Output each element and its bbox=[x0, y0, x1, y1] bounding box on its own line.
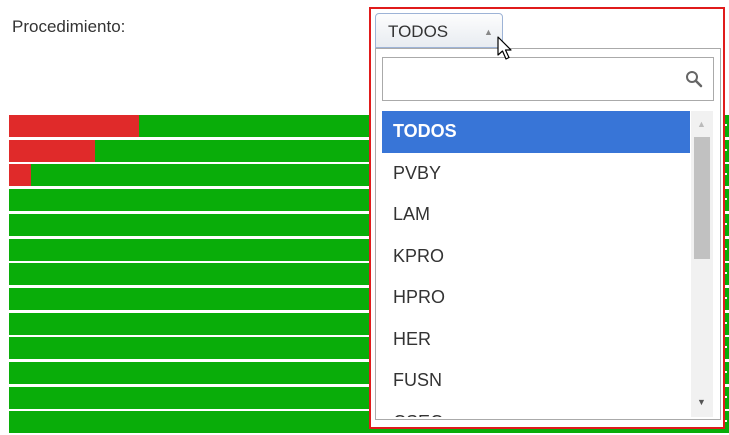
mouse-pointer-icon bbox=[497, 36, 512, 60]
bar-segment-red bbox=[9, 139, 96, 162]
option-csec[interactable]: CSEC bbox=[382, 402, 690, 418]
bar-segment-red bbox=[9, 115, 139, 137]
option-kpro[interactable]: KPRO bbox=[382, 236, 690, 278]
bar-end-marker bbox=[725, 321, 727, 324]
bar-end-marker bbox=[725, 272, 727, 275]
scroll-up-icon[interactable]: ▲ bbox=[697, 119, 706, 129]
procedimiento-label: Procedimiento: bbox=[12, 17, 126, 36]
bar-end-marker bbox=[725, 420, 727, 423]
options-list: TODOSPVBYLAMKPROHPROHERFUSNCSEC bbox=[382, 111, 690, 417]
option-pvby[interactable]: PVBY bbox=[382, 153, 690, 195]
dropdown-panel: TODOSPVBYLAMKPROHPROHERFUSNCSEC ▲ ▼ bbox=[375, 48, 721, 420]
scroll-down-icon[interactable]: ▼ bbox=[697, 397, 706, 407]
chevron-up-icon: ▲ bbox=[484, 27, 493, 37]
bar-end-marker bbox=[725, 371, 727, 373]
bar-end-marker bbox=[725, 247, 727, 250]
bar-end-marker bbox=[725, 222, 727, 225]
search-box[interactable] bbox=[382, 57, 714, 101]
select-value: TODOS bbox=[388, 22, 449, 41]
option-todos[interactable]: TODOS bbox=[382, 111, 690, 153]
search-icon bbox=[686, 71, 703, 88]
option-fusn[interactable]: FUSN bbox=[382, 360, 690, 402]
search-input[interactable] bbox=[383, 58, 689, 100]
option-hpro[interactable]: HPRO bbox=[382, 277, 690, 319]
option-her[interactable]: HER bbox=[382, 319, 690, 361]
bar-end-marker bbox=[725, 124, 727, 126]
scrollbar[interactable]: ▲ ▼ bbox=[691, 111, 713, 417]
bar-end-marker bbox=[725, 148, 727, 151]
bar-end-marker bbox=[725, 395, 727, 398]
bar-end-marker bbox=[725, 173, 727, 176]
bar-segment-red bbox=[9, 164, 31, 187]
bar-end-marker bbox=[725, 296, 727, 299]
procedimiento-select[interactable]: TODOS ▲ bbox=[375, 13, 503, 48]
bar-end-marker bbox=[725, 198, 727, 201]
option-lam[interactable]: LAM bbox=[382, 194, 690, 236]
scrollbar-thumb[interactable] bbox=[694, 137, 710, 259]
bar-end-marker bbox=[725, 346, 727, 349]
